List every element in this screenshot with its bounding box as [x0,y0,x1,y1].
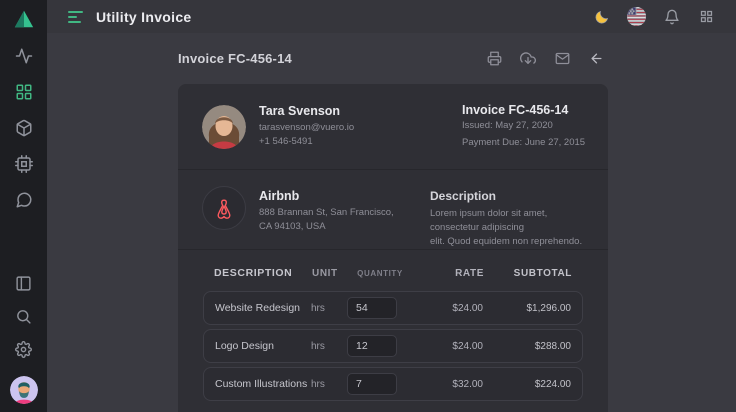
line-item-row: Custom Illustrations hrs $32.00 $224.00 [203,367,583,401]
apps-grid-icon[interactable] [697,7,716,26]
item-subtotal: $288.00 [483,341,571,352]
header-quantity: QUANTITY [348,269,412,278]
line-item-row: Website Redesign hrs $24.00 $1,296.00 [203,291,583,325]
invoice-toolbar: Invoice FC-456-14 [178,33,608,84]
sender-block: Tara Svenson tarasvenson@vuero.io +1 546… [202,104,354,149]
header-description: DESCRIPTION [214,267,312,279]
item-unit: hrs [311,341,347,352]
sender-photo [202,105,246,149]
items-table-header: DESCRIPTION UNIT QUANTITY RATE SUBTOTAL [203,250,583,291]
invoice-items: Website Redesign hrs $24.00 $1,296.00 Lo… [203,291,583,401]
airbnb-logo-icon [202,186,246,230]
app-window: Utility Invoice [0,0,736,412]
page-title: Utility Invoice [96,9,192,25]
client-section: Airbnb 888 Brannan St, San Francisco, CA… [178,170,608,250]
item-rate: $24.00 [411,341,483,352]
header-rate: RATE [412,268,484,279]
main-area: Utility Invoice [47,0,736,412]
navbar-actions [592,7,716,26]
description-text-line2: elit. Quod equidem non reprehendo. [430,235,584,249]
item-subtotal: $1,296.00 [483,303,571,314]
quantity-input[interactable] [347,335,397,357]
notifications-bell-icon[interactable] [662,7,681,26]
invoice-card: Tara Svenson tarasvenson@vuero.io +1 546… [178,84,608,412]
invoice-number: Invoice FC-456-14 [462,103,584,117]
cloud-download-icon[interactable] [520,51,536,67]
client-address-line1: 888 Brannan St, San Francisco, [259,206,394,220]
item-unit: hrs [311,379,347,390]
header-subtotal: SUBTOTAL [484,268,572,279]
client-address-line2: CA 94103, USA [259,220,394,234]
item-subtotal: $224.00 [483,379,571,390]
header-unit: UNIT [312,268,348,279]
language-flag-icon[interactable] [627,7,646,26]
dark-mode-moon-icon[interactable] [592,7,611,26]
print-icon[interactable] [486,51,502,67]
item-unit: hrs [311,303,347,314]
settings-gear-icon[interactable] [13,339,34,360]
item-description: Logo Design [215,340,311,352]
sender-email: tarasvenson@vuero.io [259,121,354,135]
sidebar-nav-top [13,45,34,210]
item-rate: $32.00 [411,379,483,390]
dashboard-grid-icon[interactable] [13,81,34,102]
quantity-input[interactable] [347,297,397,319]
vuero-logo-icon[interactable] [12,7,36,31]
client-block: Airbnb 888 Brannan St, San Francisco, CA… [202,186,430,249]
menu-hamburger-icon[interactable] [68,11,83,23]
invoice-meta-block: Invoice FC-456-14 Issued: May 27, 2020 P… [462,103,584,150]
panels-icon[interactable] [13,273,34,294]
client-name: Airbnb [259,189,394,203]
user-avatar[interactable] [10,376,38,404]
sidebar-nav-bottom [10,273,38,404]
icon-sidebar [0,0,47,412]
line-items-section: DESCRIPTION UNIT QUANTITY RATE SUBTOTAL … [178,250,608,401]
invoice-issued-date: Issued: May 27, 2020 [462,119,584,133]
activity-icon[interactable] [13,45,34,66]
invoice-due-date: Payment Due: June 27, 2015 [462,136,584,150]
item-rate: $24.00 [411,303,483,314]
description-text-line1: Lorem ipsum dolor sit amet, consectetur … [430,207,584,235]
invoice-parties-section: Tara Svenson tarasvenson@vuero.io +1 546… [178,84,608,170]
description-block: Description Lorem ipsum dolor sit amet, … [430,186,584,249]
page-content: Invoice FC-456-14 [47,33,736,412]
sender-name: Tara Svenson [259,104,354,118]
back-arrow-icon[interactable] [588,51,604,67]
item-description: Custom Illustrations [215,378,311,390]
invoice-toolbar-title: Invoice FC-456-14 [178,51,292,66]
search-icon[interactable] [13,306,34,327]
cpu-icon[interactable] [13,153,34,174]
invoice-actions [486,51,604,67]
sender-phone: +1 546-5491 [259,135,354,149]
box-icon[interactable] [13,117,34,138]
quantity-input[interactable] [347,373,397,395]
description-title: Description [430,189,584,203]
top-navbar: Utility Invoice [47,0,736,33]
mail-icon[interactable] [554,51,570,67]
item-description: Website Redesign [215,302,311,314]
chat-bubble-icon[interactable] [13,189,34,210]
line-item-row: Logo Design hrs $24.00 $288.00 [203,329,583,363]
